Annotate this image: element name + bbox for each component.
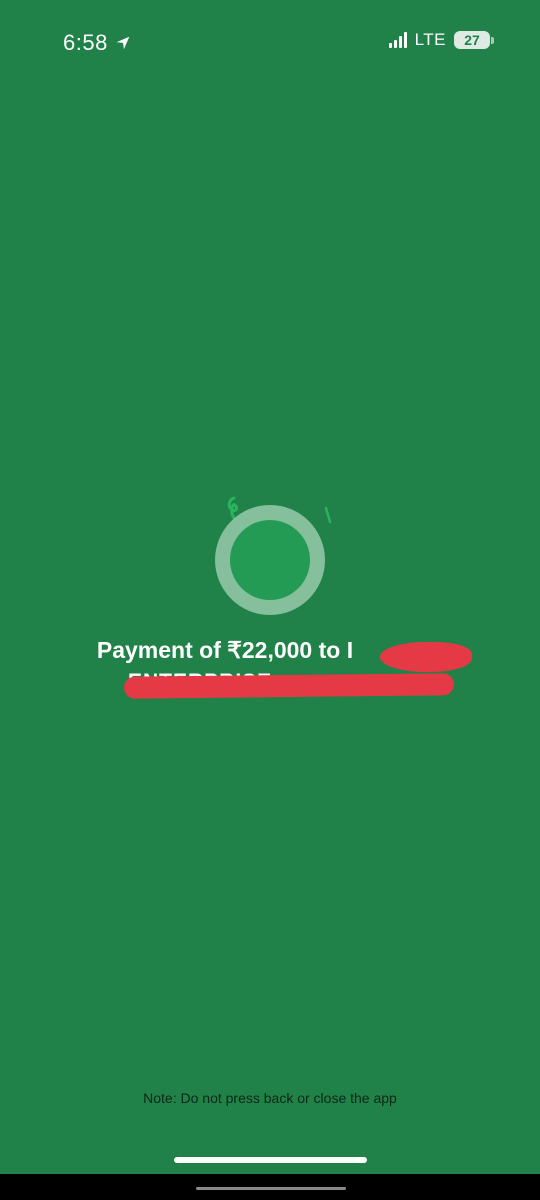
- system-gesture-bar: [196, 1187, 346, 1190]
- redaction-mark: [380, 642, 472, 672]
- location-arrow-icon: [116, 36, 130, 50]
- time-label: 6:58: [63, 30, 108, 55]
- status-indicators: LTE 27: [388, 30, 494, 50]
- battery-icon: 27: [454, 31, 494, 49]
- payment-amount-text: Payment of ₹22,000 to I: [96, 637, 354, 663]
- loading-spinner: [215, 505, 325, 615]
- signal-strength-icon: [388, 32, 407, 48]
- battery-level: 27: [454, 31, 490, 49]
- status-time: 6:58: [63, 30, 132, 56]
- home-indicator[interactable]: [174, 1157, 367, 1163]
- network-type: LTE: [414, 30, 446, 49]
- warning-note: Note: Do not press back or close the app: [143, 1090, 397, 1106]
- redaction-mark: [123, 673, 455, 699]
- payment-processing-screen: 6:58 LTE 27 Payment of ₹22,000 to I ENTE…: [0, 0, 540, 1174]
